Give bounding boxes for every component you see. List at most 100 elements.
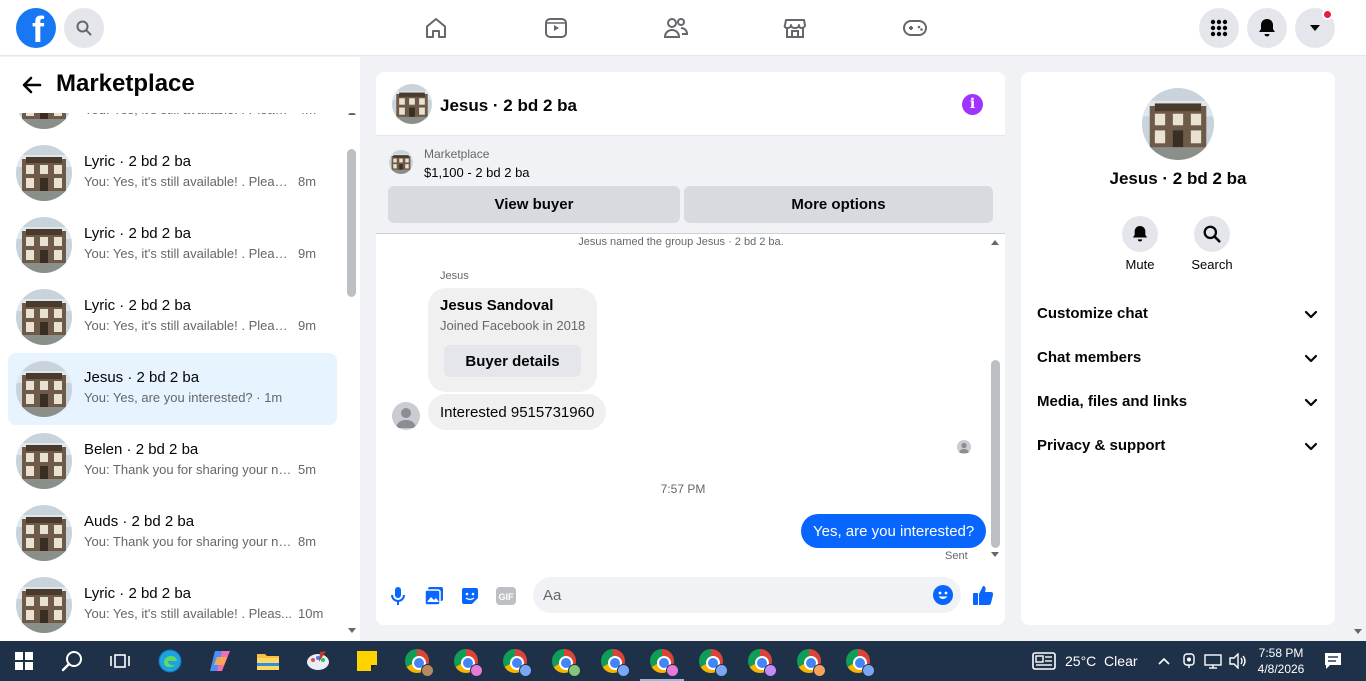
menu-grid-icon	[1210, 19, 1228, 37]
edge-icon	[158, 649, 182, 673]
conversation-preview: You: Thank you for sharing your nu...	[84, 462, 294, 477]
account-button[interactable]	[1295, 8, 1335, 48]
group-rename-note: Jesus named the group Jesus · 2 bd 2 ba.	[578, 236, 784, 248]
copilot-icon	[210, 651, 230, 671]
tray-camera[interactable]	[1178, 641, 1200, 681]
system-clock[interactable]: 7:58 PM 4/8/2026	[1254, 645, 1308, 677]
conversation-preview: You: Yes, it's still available! . Please…	[84, 318, 294, 333]
taskbar-chrome-4[interactable]	[540, 641, 588, 681]
conversation-name: Jesus · 2 bd 2 ba	[84, 369, 200, 386]
attach-photo-button[interactable]	[423, 585, 445, 607]
view-buyer-button[interactable]: View buyer	[388, 186, 680, 223]
conversation-thumbnail	[16, 289, 72, 345]
customize-chat-row[interactable]: Customize chat	[1029, 294, 1327, 334]
more-options-button[interactable]: More options	[684, 186, 993, 223]
conversation-item[interactable]: Auds · 2 bd 2 ba You: Thank you for shari…	[8, 497, 337, 569]
voice-clip-button[interactable]	[387, 585, 409, 607]
buyer-details-button[interactable]: Buyer details	[444, 345, 581, 377]
chrome-icon	[601, 649, 630, 677]
tray-network[interactable]	[1201, 641, 1225, 681]
chat-scroll-down[interactable]	[991, 552, 999, 557]
info-icon[interactable]: i	[962, 94, 983, 115]
nav-friends[interactable]	[656, 12, 696, 44]
notifications-button[interactable]	[1247, 8, 1287, 48]
taskbar-file-explorer[interactable]	[244, 641, 292, 681]
privacy-support-row[interactable]: Privacy & support	[1029, 426, 1327, 466]
sticker-button[interactable]	[459, 585, 481, 607]
message-input[interactable]	[543, 577, 923, 613]
nav-gaming[interactable]	[895, 12, 935, 44]
taskbar-chrome-8[interactable]	[736, 641, 784, 681]
task-view[interactable]	[96, 641, 144, 681]
taskbar-sticky-notes[interactable]	[343, 641, 391, 681]
sender-avatar[interactable]	[392, 402, 420, 430]
incoming-message[interactable]: Interested 9515731960	[428, 394, 607, 430]
conversation-preview: You: Yes, it's still available! . Pleas.…	[84, 606, 292, 621]
home-icon	[426, 18, 446, 38]
row-label: Chat members	[1037, 349, 1142, 366]
conversation-item[interactable]: Lyric · 2 bd 2 ba You: Yes, it's still av…	[8, 209, 337, 281]
read-receipt-avatar	[957, 440, 971, 454]
read-receipt-icon	[959, 442, 969, 453]
taskbar-chrome-10[interactable]	[834, 641, 882, 681]
outgoing-message[interactable]: Yes, are you interested?	[801, 514, 987, 548]
task-view-icon	[110, 654, 130, 668]
conversation-thumbnail	[16, 217, 72, 273]
facebook-logo[interactable]: f	[16, 8, 56, 48]
show-hidden-icons[interactable]	[1153, 641, 1175, 681]
chrome-icon	[846, 649, 875, 677]
taskbar-chrome-2[interactable]	[442, 641, 490, 681]
page-scroll-down[interactable]	[1354, 629, 1362, 634]
listing-price-title[interactable]: $1,100 - 2 bd 2 ba	[424, 165, 530, 180]
mute-label: Mute	[1125, 257, 1155, 272]
emoji-button[interactable]	[933, 585, 953, 605]
chat-members-row[interactable]: Chat members	[1029, 338, 1327, 378]
conversation-item[interactable]: Lyric · 2 bd 2 ba You: Yes, it's still av…	[8, 137, 337, 209]
notification-center[interactable]	[1312, 641, 1354, 681]
mute-action[interactable]: Mute	[1110, 216, 1170, 272]
chat-avatar[interactable]	[392, 84, 432, 124]
taskbar-chrome-6[interactable]	[638, 641, 686, 681]
menu-button[interactable]	[1199, 8, 1239, 48]
folder-icon	[257, 654, 279, 670]
back-arrow-icon[interactable]	[20, 73, 44, 97]
listing-thumbnail[interactable]	[389, 150, 413, 174]
taskbar-edge[interactable]	[146, 641, 194, 681]
tray-volume[interactable]	[1226, 641, 1250, 681]
taskbar-search[interactable]	[48, 641, 96, 681]
chat-scrollbar[interactable]	[991, 360, 1000, 548]
details-title: Jesus · 2 bd 2 ba	[1109, 169, 1247, 188]
nav-home[interactable]	[416, 12, 456, 44]
search-action[interactable]: Search	[1182, 216, 1242, 272]
chat-title[interactable]: Jesus · 2 bd 2 ba	[440, 96, 577, 116]
taskbar-chrome-5[interactable]	[589, 641, 637, 681]
details-avatar[interactable]	[1142, 88, 1214, 160]
notification-center-icon	[1325, 653, 1341, 669]
sidebar-scroll-down[interactable]	[348, 628, 356, 633]
conversation-item[interactable]: Jesus · 2 bd 2 ba You: Yes, are you inter…	[8, 353, 337, 425]
search-button[interactable]	[64, 8, 104, 48]
marketplace-listing-banner: Marketplace $1,100 - 2 bd 2 ba View buye…	[376, 136, 1005, 234]
like-button[interactable]	[971, 583, 995, 607]
paint-palette-icon	[307, 651, 329, 670]
sticker-icon	[462, 588, 478, 604]
taskbar-chrome-9[interactable]	[785, 641, 833, 681]
taskbar-chrome-1[interactable]	[393, 641, 441, 681]
video-icon	[545, 18, 567, 38]
conversation-item[interactable]: Belen · 2 bd 2 ba You: Thank you for shar…	[8, 425, 337, 497]
news-widget[interactable]	[1030, 641, 1058, 681]
conversation-item[interactable]: Lyric · 2 bd 2 ba You: Yes, it's still av…	[8, 281, 337, 353]
conversation-item[interactable]: Lyric · 2 bd 2 ba You: Yes, it's still av…	[8, 569, 337, 641]
chat-scroll-up[interactable]	[991, 240, 999, 245]
weather-text[interactable]: 25°C Clear	[1065, 653, 1138, 669]
taskbar-chrome-3[interactable]	[491, 641, 539, 681]
media-files-links-row[interactable]: Media, files and links	[1029, 382, 1327, 422]
gif-button[interactable]: GIF	[495, 585, 517, 607]
nav-marketplace[interactable]	[775, 12, 815, 44]
taskbar-copilot[interactable]	[196, 641, 244, 681]
taskbar-paint[interactable]	[294, 641, 342, 681]
nav-video[interactable]	[536, 12, 576, 44]
taskbar-chrome-7[interactable]	[687, 641, 735, 681]
start-button[interactable]	[0, 641, 48, 681]
sidebar-scrollbar[interactable]	[347, 149, 356, 297]
